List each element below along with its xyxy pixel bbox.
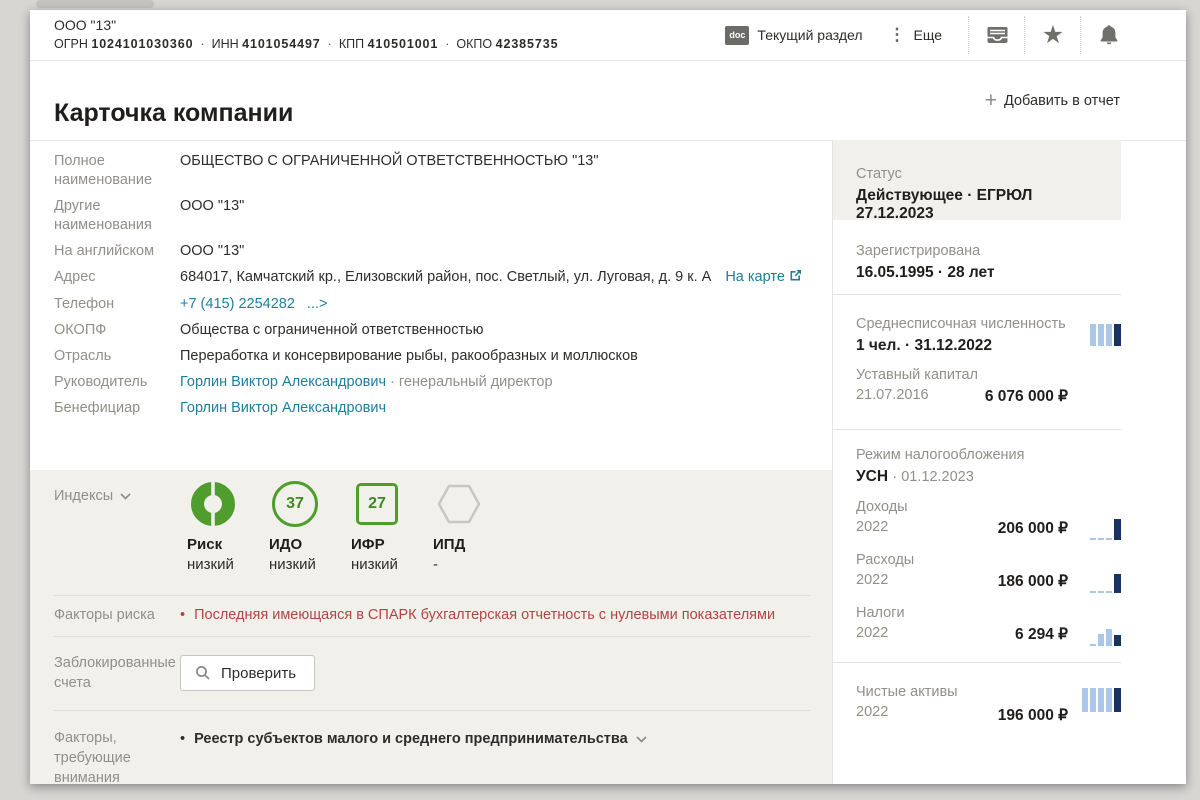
field-row-other-names: Другие наименования ООО "13" (54, 197, 826, 235)
divider (54, 636, 810, 637)
tax-mode-value: УСН · 01.12.2023 (856, 468, 1121, 486)
field-row-phone: Телефон +7 (415) 2254282 ...> (54, 295, 826, 314)
favorite-button[interactable]: ★ (1026, 10, 1080, 60)
attention-factors-label: Факторы, требующие внимания (54, 728, 180, 788)
finance-metrics: Доходы 2022 206 000 ₽ Расходы 2022 186 0… (856, 499, 1121, 658)
indexes-section: Индексы Риск низкий 37 (30, 470, 832, 784)
star-icon: ★ (1042, 23, 1064, 47)
capital-value: 6 076 000 ₽ (985, 387, 1068, 406)
bell-icon (1098, 23, 1120, 47)
net-assets-bars-chart (1082, 688, 1121, 712)
risk-factors-label: Факторы риска (54, 605, 180, 625)
company-codes: ОГРН 1024101030360·ИНН 4101054497·КПП 41… (54, 37, 558, 51)
field-row-beneficiary: Бенефициар Горлин Виктор Александрович (54, 399, 826, 418)
ceo-link[interactable]: Горлин Виктор Александрович (180, 374, 386, 390)
index-item-ifr[interactable]: 27 ИФР низкий (339, 478, 415, 573)
company-header: ООО "13" ОГРН 1024101030360·ИНН 41010544… (30, 10, 1186, 61)
chevron-down-icon (120, 493, 131, 500)
net-assets-value: 196 000 ₽ (998, 706, 1068, 725)
external-link-icon (789, 269, 802, 288)
income-value: 206 000 ₽ (998, 519, 1068, 538)
net-assets-block: Чистые активы 2022 196 000 ₽ (833, 663, 1121, 720)
status-block: Статус Действующее · ЕГРЮЛ 27.12.2023 (833, 140, 1121, 220)
metric-taxes: Налоги 2022 6 294 ₽ (856, 605, 1121, 658)
page-title: Карточка компании (54, 99, 293, 128)
summary-sidebar: Статус Действующее · ЕГРЮЛ 27.12.2023 За… (833, 140, 1121, 784)
company-fields: Полное наименование ОБЩЕСТВО С ОГРАНИЧЕН… (54, 152, 826, 425)
print-tray-button[interactable] (970, 10, 1024, 60)
index-items: Риск низкий 37 ИДО низкий 27 ИФР (175, 478, 503, 573)
field-row-address: Адрес 684017, Камчатский кр., Елизовский… (54, 268, 826, 288)
status-value: Действующее · ЕГРЮЛ 27.12.2023 (856, 187, 1099, 223)
plus-icon: + (985, 92, 997, 110)
add-to-report-button[interactable]: + Добавить в отчет (985, 92, 1120, 110)
taxes-value: 6 294 ₽ (1015, 625, 1068, 644)
attention-factor-item[interactable]: • Реестр субъектов малого и среднего пре… (180, 729, 647, 749)
tax-and-finance-block: Режим налогообложения УСН · 01.12.2023 Д… (833, 430, 1121, 663)
divider (54, 710, 810, 711)
headcount-capital-block: Среднесписочная численность 1 чел. · 31.… (833, 295, 1121, 430)
more-button[interactable]: ⋮ Еще (889, 27, 943, 43)
map-link[interactable]: На карте (725, 269, 802, 285)
expenses-value: 186 000 ₽ (998, 572, 1068, 591)
divider (54, 595, 810, 596)
header-actions: doc Текущий раздел ⋮ Еще ★ (725, 10, 1136, 60)
chevron-down-icon (636, 736, 647, 743)
registered-value: 16.05.1995 · 28 лет (856, 264, 1099, 282)
kebab-icon: ⋮ (889, 28, 906, 42)
headcount-value: 1 чел. · 31.12.2022 (856, 337, 1121, 355)
expenses-bars-chart (1090, 574, 1121, 593)
index-item-ipd[interactable]: ИПД - (421, 478, 497, 573)
risk-factor-item: •Последняя имеющаяся в СПАРК бухгалтерск… (180, 605, 800, 625)
doc-icon: doc (725, 26, 749, 45)
magnifier-icon (195, 665, 211, 681)
metric-expenses: Расходы 2022 186 000 ₽ (856, 552, 1121, 605)
field-row-okopf: ОКОПФ Общества с ограниченной ответствен… (54, 321, 826, 340)
risk-donut-icon (189, 480, 237, 528)
company-short-name: ООО "13" (54, 17, 116, 33)
top-tab-remnant (36, 0, 154, 8)
field-row-full-name: Полное наименование ОБЩЕСТВО С ОГРАНИЧЕН… (54, 152, 826, 190)
blocked-accounts-label: Заблокированные счета (54, 653, 180, 693)
current-section-button[interactable]: doc Текущий раздел (725, 26, 862, 45)
inbox-icon (985, 24, 1010, 46)
field-row-ceo: Руководитель Горлин Виктор Александрович… (54, 373, 826, 392)
field-row-english-name: На английском ООО "13" (54, 242, 826, 261)
notifications-button[interactable] (1082, 10, 1136, 60)
ifr-square-icon: 27 (356, 483, 398, 525)
beneficiary-link[interactable]: Горлин Виктор Александрович (180, 400, 386, 416)
company-card-page: ООО "13" ОГРН 1024101030360·ИНН 41010544… (30, 10, 1186, 784)
taxes-bars-chart (1090, 629, 1121, 646)
phone-link[interactable]: +7 (415) 2254282 (180, 296, 295, 312)
indexes-toggle[interactable]: Индексы (54, 488, 131, 504)
index-item-risk[interactable]: Риск низкий (175, 478, 251, 573)
phone-more-link[interactable]: ...> (307, 296, 328, 312)
registered-block: Зарегистрирована 16.05.1995 · 28 лет (833, 220, 1121, 295)
index-item-ido[interactable]: 37 ИДО низкий (257, 478, 333, 573)
check-blocked-accounts-button[interactable]: Проверить (180, 655, 315, 691)
headcount-bars-chart (1090, 324, 1121, 346)
ipd-hexagon-icon (436, 483, 482, 525)
field-row-industry: Отрасль Переработка и консервирование ры… (54, 347, 826, 366)
ido-circle-icon: 37 (272, 481, 318, 527)
capital-date: 21.07.2016 (856, 387, 929, 403)
income-bars-chart (1090, 519, 1121, 540)
metric-income: Доходы 2022 206 000 ₽ (856, 499, 1121, 552)
